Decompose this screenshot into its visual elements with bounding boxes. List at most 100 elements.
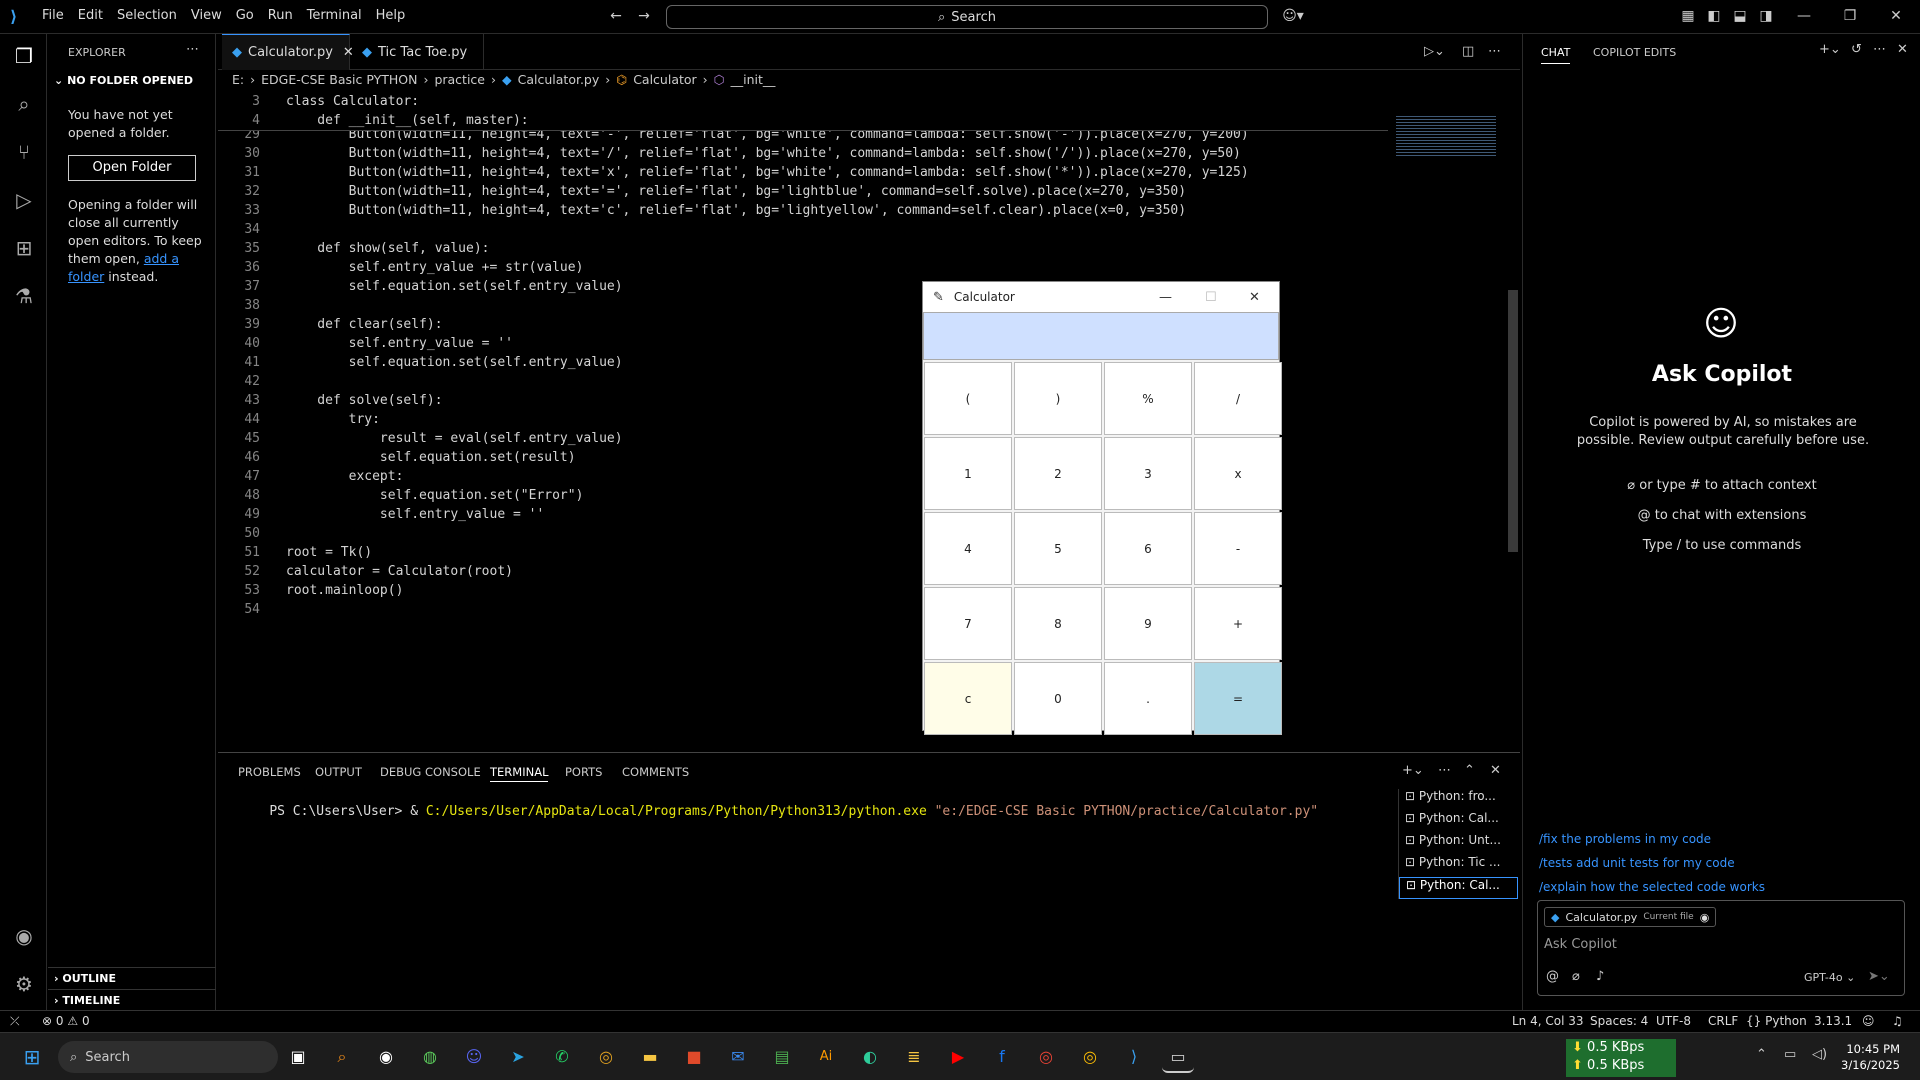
explorer-icon[interactable]: ❐ bbox=[10, 42, 38, 70]
tab-tic-tac-toe[interactable]: ◆ Tic Tac Toe.py bbox=[352, 34, 484, 70]
tab-chat[interactable]: CHAT bbox=[1541, 46, 1571, 64]
code-line[interactable]: 33 Button(width=11, height=4, text='c', … bbox=[218, 201, 1388, 220]
crumb-folder[interactable]: EDGE-CSE Basic PYTHON bbox=[261, 72, 417, 87]
account-icon[interactable]: ◉ bbox=[10, 922, 38, 950]
run-python-icon[interactable]: ▷⌄ bbox=[1424, 44, 1445, 59]
chat-input[interactable]: Ask Copilot bbox=[1544, 937, 1894, 952]
calc-key[interactable]: 6 bbox=[1104, 512, 1192, 585]
tab-calculator[interactable]: ◆ Calculator.py ✕ bbox=[222, 34, 354, 70]
menu-go[interactable]: Go bbox=[236, 8, 254, 23]
notifications-icon[interactable]: ♫ bbox=[1892, 1014, 1903, 1028]
window-maximize-icon[interactable]: ☐ bbox=[1205, 290, 1217, 305]
toggle-sidebar-icon[interactable]: ◧ bbox=[1706, 8, 1722, 24]
explorer-more-icon[interactable]: ⋯ bbox=[186, 42, 199, 57]
crumb-file[interactable]: Calculator.py bbox=[518, 72, 600, 87]
send-icon[interactable]: ➤⌄ bbox=[1868, 969, 1890, 984]
attach-icon[interactable]: ⌀ bbox=[1572, 969, 1580, 984]
tab-comments[interactable]: COMMENTS bbox=[622, 765, 689, 779]
calc-key[interactable]: . bbox=[1104, 662, 1192, 735]
testing-icon[interactable]: ⚗ bbox=[10, 282, 38, 310]
source-control-icon[interactable]: ⑂ bbox=[10, 138, 38, 166]
minimap[interactable] bbox=[1392, 92, 1510, 202]
menu-run[interactable]: Run bbox=[268, 8, 293, 23]
facebook-icon[interactable]: f bbox=[986, 1041, 1018, 1073]
suggestion-fix[interactable]: /fix the problems in my code bbox=[1539, 832, 1711, 846]
customize-layout-icon[interactable]: ▦ bbox=[1680, 8, 1696, 24]
timeline-section[interactable]: › TIMELINE bbox=[48, 989, 216, 1011]
close-panel-icon[interactable]: ✕ bbox=[1490, 763, 1501, 778]
youtube-icon[interactable]: ▶ bbox=[942, 1041, 974, 1073]
calc-key[interactable]: ) bbox=[1014, 362, 1102, 435]
calc-key[interactable]: 9 bbox=[1104, 587, 1192, 660]
code-line[interactable]: 35 def show(self, value): bbox=[218, 239, 1388, 258]
terminal-item[interactable]: ⊡ Python: Cal... bbox=[1399, 811, 1518, 833]
illustrator-icon[interactable]: Ai bbox=[810, 1041, 842, 1073]
calc-key[interactable]: 8 bbox=[1014, 587, 1102, 660]
terminal-app-icon[interactable]: ▤ bbox=[766, 1041, 798, 1073]
suggestion-tests[interactable]: /tests add unit tests for my code bbox=[1539, 856, 1735, 870]
sticky-scroll-line[interactable]: 3 class Calculator: bbox=[218, 92, 1388, 111]
office-icon[interactable]: ■ bbox=[678, 1041, 710, 1073]
toggle-secondary-sidebar-icon[interactable]: ◨ bbox=[1758, 8, 1774, 24]
crumb-drive[interactable]: E: bbox=[232, 72, 244, 87]
calc-key[interactable]: % bbox=[1104, 362, 1192, 435]
stack-app-icon[interactable]: ≣ bbox=[898, 1041, 930, 1073]
model-picker[interactable]: GPT-4o ⌄ bbox=[1804, 971, 1855, 984]
tab-problems[interactable]: PROBLEMS bbox=[238, 765, 301, 779]
tab-ports[interactable]: PORTS bbox=[565, 765, 602, 779]
outline-section[interactable]: › OUTLINE bbox=[48, 967, 216, 989]
menu-edit[interactable]: Edit bbox=[78, 8, 103, 23]
menu-view[interactable]: View bbox=[191, 8, 222, 23]
run-debug-icon[interactable]: ▷ bbox=[10, 186, 38, 214]
menu-help[interactable]: Help bbox=[376, 8, 406, 23]
language-status[interactable]: {} Python bbox=[1746, 1014, 1807, 1028]
window-minimize-icon[interactable]: — bbox=[1159, 290, 1172, 305]
code-line[interactable]: 32 Button(width=11, height=4, text='=', … bbox=[218, 182, 1388, 201]
split-editor-icon[interactable]: ◫ bbox=[1462, 44, 1474, 59]
calc-key[interactable]: 3 bbox=[1104, 437, 1192, 510]
calc-key[interactable]: ( bbox=[924, 362, 1012, 435]
no-folder-section[interactable]: ⌄ NO FOLDER OPENED bbox=[54, 74, 193, 87]
menu-selection[interactable]: Selection bbox=[117, 8, 177, 23]
calc-key[interactable]: 2 bbox=[1014, 437, 1102, 510]
eol-status[interactable]: CRLF bbox=[1708, 1014, 1738, 1028]
file-explorer-icon[interactable]: ▬ bbox=[634, 1041, 666, 1073]
indent-status[interactable]: Spaces: 4 bbox=[1590, 1014, 1648, 1028]
maximize-panel-icon[interactable]: ⌃ bbox=[1464, 763, 1475, 778]
display-icon[interactable]: ▭ bbox=[1784, 1047, 1796, 1062]
window-close-icon[interactable]: ✕ bbox=[1249, 290, 1260, 305]
command-center-search[interactable]: ⌕ Search bbox=[666, 5, 1268, 29]
terminal-item[interactable]: ⊡ Python: Unt... bbox=[1399, 833, 1518, 855]
toggle-panel-icon[interactable]: ⬓ bbox=[1732, 8, 1748, 24]
tab-output[interactable]: OUTPUT bbox=[315, 765, 362, 779]
tab-copilot-edits[interactable]: COPILOT EDITS bbox=[1593, 46, 1676, 59]
eye-icon[interactable]: ◉ bbox=[1700, 911, 1710, 924]
terminal-item[interactable]: ⊡ Python: Tic ... bbox=[1399, 855, 1518, 877]
vscode-taskbar-icon[interactable]: ⟩ bbox=[1118, 1041, 1150, 1073]
code-line[interactable]: 31 Button(width=11, height=4, text='x', … bbox=[218, 163, 1388, 182]
discord-icon[interactable]: ☺ bbox=[458, 1041, 490, 1073]
chrome-alt-icon[interactable]: ◎ bbox=[1074, 1041, 1106, 1073]
volume-icon[interactable]: ◁) bbox=[1812, 1047, 1827, 1062]
python-app-icon[interactable]: ▭ bbox=[1162, 1041, 1194, 1073]
sticky-scroll-line[interactable]: 4 def __init__(self, master): bbox=[218, 111, 1388, 130]
calc-key[interactable]: c bbox=[924, 662, 1012, 735]
terminal-output[interactable]: PS C:\Users\User> & C:/Users/User/AppDat… bbox=[238, 789, 1338, 834]
search-view-icon[interactable]: ⌕ bbox=[10, 90, 38, 118]
menu-file[interactable]: File bbox=[42, 8, 64, 23]
tab-terminal[interactable]: TERMINAL bbox=[490, 765, 549, 782]
calc-key[interactable]: / bbox=[1194, 362, 1282, 435]
cursor-position[interactable]: Ln 4, Col 33 bbox=[1512, 1014, 1584, 1028]
new-terminal-icon[interactable]: +⌄ bbox=[1402, 763, 1424, 778]
crumb-method[interactable]: __init__ bbox=[731, 72, 776, 87]
crumb-sub[interactable]: practice bbox=[434, 72, 485, 87]
tray-chevron-icon[interactable]: ⌃ bbox=[1756, 1047, 1767, 1062]
chat-close-icon[interactable]: ✕ bbox=[1897, 42, 1908, 57]
encoding-status[interactable]: UTF-8 bbox=[1656, 1014, 1691, 1028]
copilot-status-icon[interactable]: ☺ bbox=[1862, 1014, 1875, 1028]
globe-app-icon[interactable]: ◍ bbox=[414, 1041, 446, 1073]
clock[interactable]: 10:45 PM 3/16/2025 bbox=[1840, 1041, 1900, 1073]
calc-key[interactable]: + bbox=[1194, 587, 1282, 660]
minimize-icon[interactable]: — bbox=[1796, 8, 1812, 24]
edge-icon[interactable]: ◐ bbox=[854, 1041, 886, 1073]
